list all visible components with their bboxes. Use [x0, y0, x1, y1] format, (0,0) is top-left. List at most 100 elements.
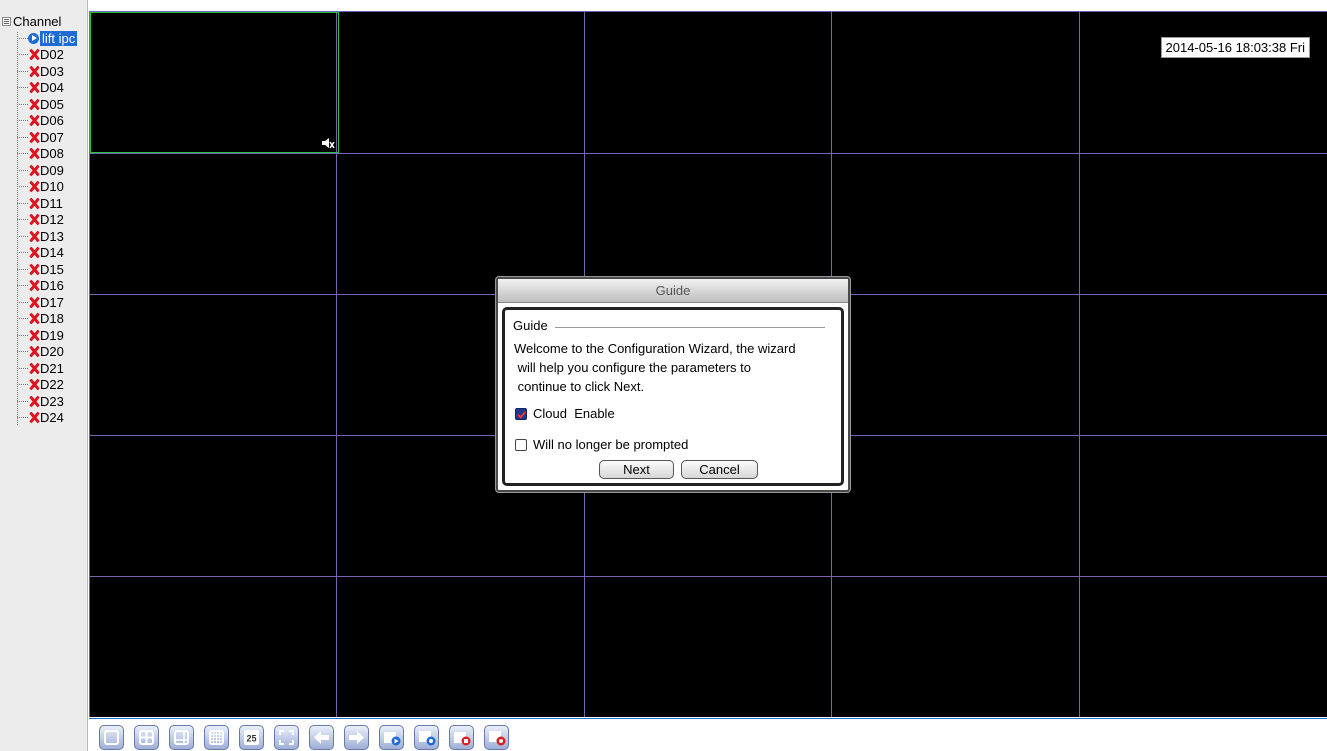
- channel-item-d19[interactable]: D19: [17, 328, 64, 343]
- offline-x-icon: [28, 410, 40, 425]
- channel-label: D18: [40, 311, 64, 326]
- grid-divider: [90, 153, 1327, 154]
- channel-item-d22[interactable]: D22: [17, 377, 64, 392]
- offline-x-icon: [28, 361, 40, 376]
- group-title: Guide: [513, 318, 548, 333]
- grid-divider: [90, 576, 1327, 577]
- channel-label: D03: [40, 63, 64, 79]
- channel-item-d16[interactable]: D16: [17, 278, 64, 293]
- channel-item-lift-ipc[interactable]: lift ipc: [17, 31, 78, 46]
- no-prompt-row[interactable]: Will no longer be prompted: [515, 437, 688, 452]
- offline-x-icon: [28, 262, 40, 277]
- channel-item-d07[interactable]: D07: [17, 130, 64, 145]
- dialog-title[interactable]: Guide: [498, 279, 848, 303]
- tree-branch: [17, 235, 28, 237]
- offline-x-icon: [28, 64, 40, 79]
- channel-item-d06[interactable]: D06: [17, 113, 64, 128]
- channel-item-d08[interactable]: D08: [17, 146, 64, 161]
- offline-x-icon: [28, 344, 40, 359]
- channel-item-d04[interactable]: D04: [17, 80, 64, 95]
- previous-button[interactable]: [309, 725, 334, 750]
- channel-label: D09: [40, 162, 64, 178]
- channel-item-d23[interactable]: D23: [17, 394, 64, 409]
- grid-divider: [1079, 12, 1080, 717]
- quad-view-button[interactable]: [134, 725, 159, 750]
- start-preview-icon: [384, 732, 401, 746]
- tree-branch: [17, 334, 28, 336]
- cloud-enable-label: Cloud Enable: [533, 406, 615, 421]
- channel-item-d24[interactable]: D24: [17, 410, 64, 425]
- start-all-preview-button[interactable]: [414, 725, 439, 750]
- channel-item-d12[interactable]: D12: [17, 212, 64, 227]
- channel-label: D10: [40, 179, 64, 194]
- tree-branch: [17, 417, 28, 418]
- start-preview-button[interactable]: [379, 725, 404, 750]
- channel-label: D15: [40, 261, 64, 277]
- channel-label: D14: [40, 245, 64, 260]
- channel-item-d15[interactable]: D15: [17, 262, 64, 277]
- tree-branch: [17, 268, 28, 270]
- single-view-button[interactable]: [99, 725, 124, 750]
- channel-item-d09[interactable]: D09: [17, 163, 64, 178]
- cancel-button[interactable]: Cancel: [681, 460, 758, 479]
- no-prompt-checkbox[interactable]: [515, 438, 527, 451]
- channel-item-d20[interactable]: D20: [17, 344, 64, 359]
- next-page-button[interactable]: [344, 725, 369, 750]
- tree-root-channel[interactable]: Channel: [2, 14, 61, 29]
- datetime-overlay: 2014-05-16 18:03:38 Fri: [1160, 37, 1310, 58]
- offline-x-icon: [28, 196, 40, 211]
- tree-branch: [17, 202, 28, 204]
- channel-item-d21[interactable]: D21: [17, 361, 64, 376]
- tree-branch: [17, 252, 28, 253]
- split-9-view-button[interactable]: [169, 725, 194, 750]
- previous-icon: [314, 731, 329, 744]
- speaker-icon[interactable]: [321, 137, 335, 149]
- welcome-line: will help you configure the parameters t…: [514, 360, 752, 375]
- tree-branch: [17, 351, 28, 352]
- quad-view-icon: [139, 730, 154, 745]
- channel-item-d11[interactable]: D11: [17, 196, 63, 211]
- no-prompt-label: Will no longer be prompted: [533, 437, 689, 452]
- channel-label: D06: [40, 113, 64, 128]
- channel-label: D16: [40, 278, 64, 293]
- split-9-view-icon: [174, 730, 189, 745]
- channel-item-d14[interactable]: D14: [17, 245, 64, 260]
- next-button[interactable]: Next: [599, 460, 674, 479]
- offline-x-icon: [28, 179, 40, 194]
- channel-item-d10[interactable]: D10: [17, 179, 64, 194]
- channel-tree: Channel lift ipc D02 D03 D04 D05 D06 D07 D08 D0…: [0, 0, 88, 751]
- offline-x-icon: [28, 295, 40, 310]
- channel-label: D13: [40, 228, 64, 244]
- split-25-view-icon: 25: [244, 730, 259, 745]
- tree-branch: [17, 400, 28, 402]
- offline-x-icon: [28, 377, 40, 392]
- offline-x-icon: [28, 278, 40, 293]
- start-all-preview-icon: [419, 731, 436, 746]
- selected-video-cell[interactable]: [90, 12, 339, 153]
- dialog-body: Guide Welcome to the Configuration Wizar…: [502, 307, 844, 486]
- channel-label: D02: [40, 47, 64, 62]
- cloud-enable-row[interactable]: Cloud Enable: [515, 406, 615, 421]
- split-16-view-button[interactable]: [204, 725, 229, 750]
- channel-label: D21: [40, 360, 64, 376]
- tree-branch: [17, 384, 28, 385]
- tree-branch: [17, 301, 28, 303]
- guide-dialog: Guide Guide Welcome to the Configuration…: [496, 277, 850, 492]
- split-16-view-icon: [209, 730, 224, 745]
- bottom-toolbar: 25: [89, 718, 1327, 751]
- channel-item-d05[interactable]: D05: [17, 97, 64, 112]
- group-divider: [555, 327, 825, 328]
- channel-item-d03[interactable]: D03: [17, 64, 64, 79]
- split-25-view-button[interactable]: 25: [239, 725, 264, 750]
- stop-all-record-button[interactable]: [484, 725, 509, 750]
- channel-item-d18[interactable]: D18: [17, 311, 64, 326]
- split-25-text: 25: [246, 734, 256, 744]
- fullscreen-icon: [279, 730, 294, 745]
- cloud-enable-checkbox[interactable]: [515, 407, 527, 420]
- fullscreen-button[interactable]: [274, 725, 299, 750]
- stop-record-button[interactable]: [449, 725, 474, 750]
- channel-label: D04: [40, 80, 64, 95]
- channel-item-d02[interactable]: D02: [17, 47, 64, 62]
- channel-item-d13[interactable]: D13: [17, 229, 64, 244]
- channel-item-d17[interactable]: D17: [17, 295, 64, 310]
